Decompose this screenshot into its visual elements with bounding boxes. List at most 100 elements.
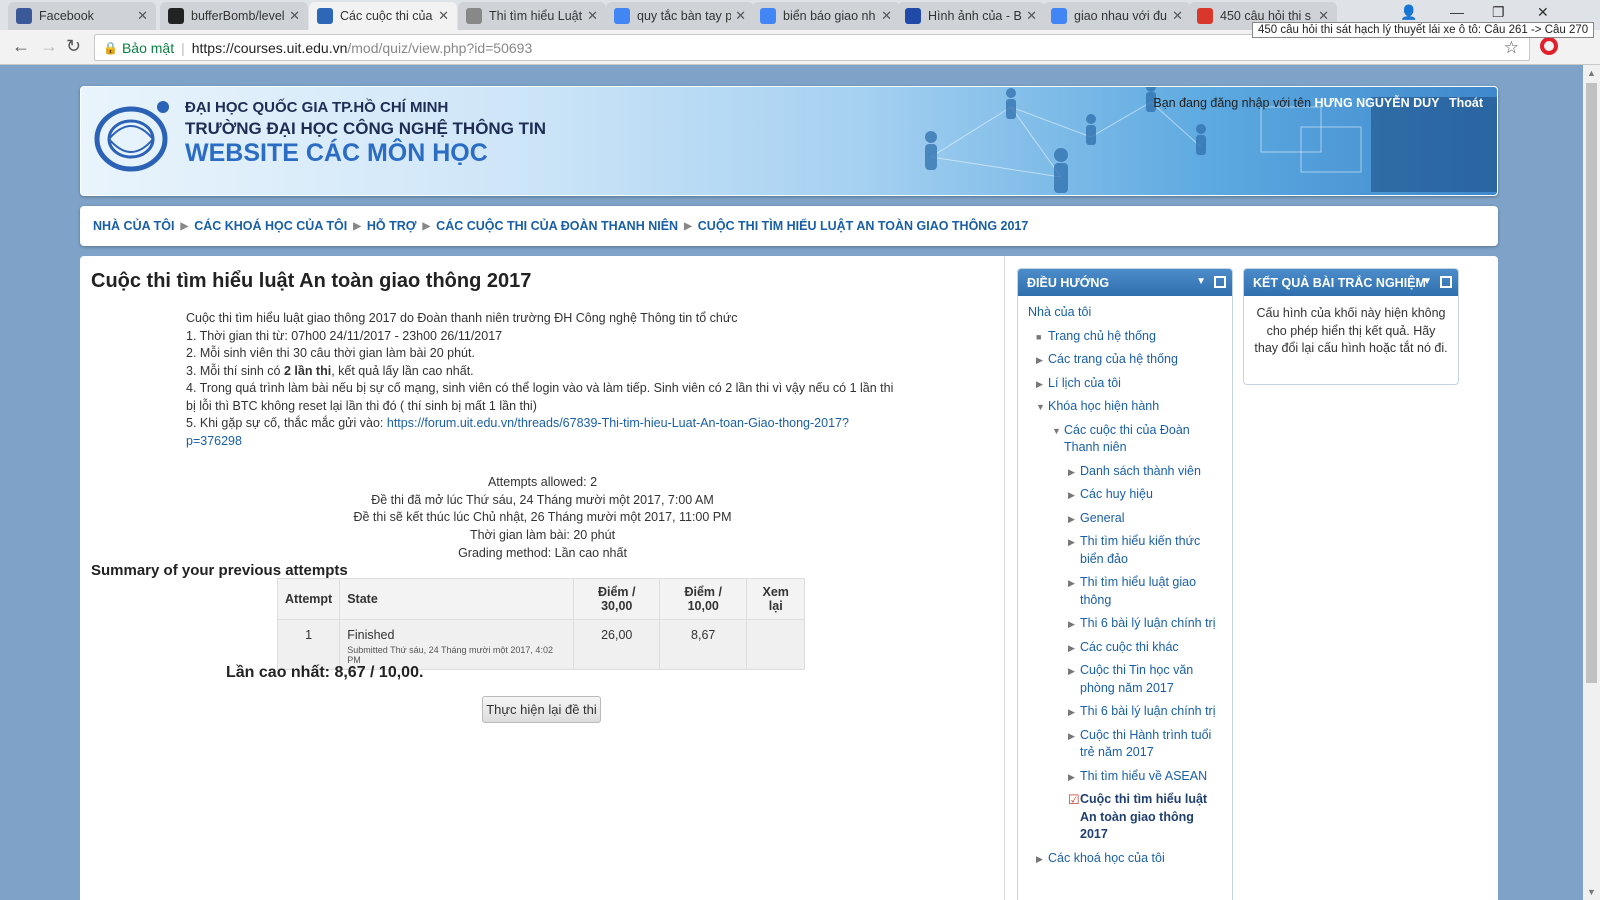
breadcrumb: NHÀ CỦA TÔI ▶ CÁC KHOÁ HỌC CỦA TÔI ▶ HỖ TRỢ ▶… bbox=[80, 206, 1498, 246]
nav-item[interactable]: ▶ Các cuộc thi khác bbox=[1028, 639, 1232, 657]
breadcrumb-link[interactable]: NHÀ CỦA TÔI bbox=[93, 219, 174, 233]
nav-item[interactable]: ▶ Thi 6 bài lý luận chính trị bbox=[1028, 703, 1232, 721]
forward-icon[interactable]: → bbox=[40, 36, 58, 57]
browser-tab[interactable]: quy tắc bàn tay p ✕ bbox=[606, 2, 754, 30]
nav-item-label: Thi 6 bài lý luận chính trị bbox=[1080, 616, 1216, 630]
reattempt-button[interactable]: Thực hiện lại đề thi bbox=[482, 696, 601, 723]
close-tab-icon[interactable]: ✕ bbox=[1172, 8, 1183, 24]
nav-item-label: Các cuộc thi của Đoàn Thanh niên bbox=[1064, 422, 1190, 455]
page-icon bbox=[466, 8, 482, 24]
collapse-icon[interactable]: ▼ bbox=[1422, 276, 1432, 288]
browser-tab[interactable]: Hình ảnh của - B ✕ bbox=[897, 2, 1045, 30]
collapsed-arrow-icon: ▶ bbox=[1068, 466, 1075, 477]
table-cell: 26,00 bbox=[573, 619, 661, 670]
browser-tab[interactable]: biển báo giao nh ✕ bbox=[752, 2, 900, 30]
attempts-allowed: Attempts allowed: 2 bbox=[487, 475, 598, 489]
vn-icon bbox=[905, 8, 921, 24]
navigation-block-header: ĐIỀU HƯỚNG ▼ bbox=[1018, 269, 1232, 296]
quiz-icon: ☑ bbox=[1068, 792, 1080, 807]
best-grade: Lần cao nhất: 8,67 / 10,00. bbox=[226, 664, 424, 681]
close-tab-icon[interactable]: ✕ bbox=[289, 8, 300, 24]
time-limit: Thời gian làm bài: 20 phút bbox=[469, 528, 616, 543]
close-window-icon[interactable]: ✕ bbox=[1537, 4, 1549, 21]
nav-item[interactable]: ▶ Danh sách thành viên bbox=[1028, 463, 1232, 481]
browser-tab[interactable]: Các cuộc thi của ✕ bbox=[309, 2, 457, 30]
collapsed-arrow-icon: ▶ bbox=[1068, 578, 1075, 588]
login-prefix: Bạn đang đăng nhập với tên bbox=[1153, 96, 1312, 110]
nav-item[interactable]: ▶ Thi 6 bài lý luận chính trị bbox=[1028, 615, 1232, 633]
close-tab-icon[interactable]: ✕ bbox=[1026, 8, 1037, 24]
nav-item[interactable]: Nhà của tôi bbox=[1028, 304, 1232, 322]
close-tab-icon[interactable]: ✕ bbox=[881, 8, 892, 24]
nav-item[interactable]: ■ Trang chủ hệ thống bbox=[1028, 328, 1232, 346]
scroll-down-icon[interactable]: ▼ bbox=[1587, 887, 1596, 897]
logout-link[interactable]: Thoát bbox=[1449, 96, 1483, 110]
nav-item[interactable]: ▶ General bbox=[1028, 510, 1232, 528]
collapsed-arrow-icon: ▶ bbox=[1068, 490, 1075, 500]
browser-tab[interactable]: bufferBomb/level ✕ bbox=[160, 2, 308, 30]
collapse-icon[interactable]: ▼ bbox=[1196, 276, 1206, 288]
google-icon bbox=[760, 8, 776, 24]
nav-item-label: Các khoá học của tôi bbox=[1048, 850, 1165, 865]
state-cell: Finished Submitted Thứ sáu, 24 Tháng mười… bbox=[339, 619, 575, 670]
profile-icon[interactable]: 👤 bbox=[1400, 4, 1417, 21]
column-header: State bbox=[339, 578, 575, 620]
nav-item[interactable]: ▶ Cuộc thi Hành trình tuổi trẻ năm 2017 bbox=[1028, 727, 1232, 762]
collapsed-arrow-icon: ▶ bbox=[1068, 771, 1075, 782]
results-block-body: Cấu hình của khối này hiện không cho phé… bbox=[1254, 306, 1448, 355]
minimize-icon[interactable]: — bbox=[1450, 4, 1464, 20]
dock-icon[interactable] bbox=[1214, 276, 1226, 288]
scroll-up-icon[interactable]: ▲ bbox=[1587, 68, 1596, 78]
restore-icon[interactable]: ❐ bbox=[1492, 4, 1505, 21]
bookmark-star-icon[interactable]: ☆ bbox=[1504, 38, 1519, 58]
browser-tab[interactable]: giao nhau với đu ✕ bbox=[1043, 2, 1191, 30]
collapsed-arrow-icon: ▶ bbox=[1036, 853, 1043, 864]
intro-text: Cuộc thi tìm hiểu luật giao thông 2017 d… bbox=[186, 311, 738, 325]
attempts-table: Attempt State Điểm / 30,00 Điểm / 10,00 Xem … bbox=[276, 578, 806, 670]
intro-fragment: 5. Khi gặp sự cố, thắc mắc gửi vào: bbox=[186, 416, 387, 430]
close-tab-icon[interactable]: ✕ bbox=[438, 8, 449, 24]
nav-item[interactable]: ▶ Thi tìm hiểu kiến thức biển đảo bbox=[1028, 533, 1232, 568]
collapsed-arrow-icon: ▶ bbox=[1068, 642, 1075, 653]
breadcrumb-link[interactable]: CÁC KHOÁ HỌC CỦA TÔI bbox=[194, 219, 347, 233]
site-header: ĐẠI HỌC QUỐC GIA TP.HỒ CHÍ MINH TRƯỜNG Đ… bbox=[80, 86, 1498, 196]
address-bar[interactable]: 🔒 Bảo mật | https://courses.uit.edu.vn /… bbox=[94, 34, 1530, 61]
nav-item[interactable]: ▼ Khóa học hiện hành bbox=[1028, 398, 1232, 416]
page-scrollbar[interactable]: ▲ ▼ bbox=[1583, 65, 1600, 900]
browser-tab[interactable]: Facebook ✕ bbox=[8, 2, 156, 30]
page-main: Cuộc thi tìm hiểu luật An toàn giao thôn… bbox=[80, 256, 1498, 900]
nav-item[interactable]: ▶ Cuộc thi Tin học văn phòng năm 2017 bbox=[1028, 662, 1232, 697]
intro-fragment: 3. Mỗi thí sinh có bbox=[186, 363, 284, 378]
opera-extension-icon[interactable] bbox=[1540, 37, 1558, 55]
close-tab-icon[interactable]: ✕ bbox=[587, 8, 598, 24]
nav-item[interactable]: ▶ Thi tìm hiểu về ASEAN bbox=[1028, 768, 1232, 786]
nav-item-label: Lí lịch của tôi bbox=[1048, 375, 1121, 390]
collapsed-arrow-icon: ▶ bbox=[1068, 730, 1075, 741]
quiz-intro: Cuộc thi tìm hiểu luật giao thông 2017 d… bbox=[186, 310, 901, 450]
nav-item[interactable]: ▶ Các trang của hệ thống bbox=[1028, 351, 1232, 369]
reload-icon[interactable]: ↻ bbox=[66, 36, 81, 57]
nav-item[interactable]: ▼ Các cuộc thi của Đoàn Thanh niên bbox=[1028, 422, 1232, 457]
moodle-icon bbox=[317, 8, 333, 24]
scrollbar-thumb[interactable] bbox=[1586, 83, 1597, 683]
nav-item[interactable]: ▶ Các huy hiệu bbox=[1028, 486, 1232, 504]
nav-item[interactable]: ▶ Các khoá học của tôi bbox=[1028, 850, 1232, 868]
breadcrumb-link[interactable]: CÁC CUỘC THI CỦA ĐOÀN THANH NIÊN bbox=[436, 219, 678, 233]
close-tab-icon[interactable]: ✕ bbox=[735, 8, 746, 24]
nav-item[interactable]: ▶ Thi tìm hiểu luật giao thông bbox=[1028, 574, 1232, 609]
quiz-content: Cuộc thi tìm hiểu luật An toàn giao thôn… bbox=[80, 256, 1005, 900]
username-link[interactable]: HƯNG NGUYỄN DUY bbox=[1315, 96, 1440, 110]
close-tab-icon[interactable]: ✕ bbox=[137, 8, 148, 24]
browser-tab[interactable]: Thi tìm hiểu Luật ✕ bbox=[458, 2, 606, 30]
nav-item-label: Các cuộc thi khác bbox=[1080, 639, 1179, 654]
breadcrumb-link[interactable]: CUỘC THI TÌM HIỂU LUẬT AN TOÀN GIAO THÔN… bbox=[698, 219, 1029, 233]
nav-item[interactable]: ▶ Lí lịch của tôi bbox=[1028, 375, 1232, 393]
dock-icon[interactable] bbox=[1440, 276, 1452, 288]
back-icon[interactable]: ← bbox=[12, 36, 30, 57]
tab-title: Các cuộc thi của bbox=[340, 9, 433, 23]
table-cell: 1 bbox=[276, 619, 341, 670]
collapsed-arrow-icon: ▶ bbox=[1068, 619, 1075, 629]
breadcrumb-link[interactable]: HỖ TRỢ bbox=[367, 219, 417, 233]
nav-item[interactable]: ☑ Cuộc thi tìm hiểu luật An toàn giao thô… bbox=[1028, 791, 1232, 844]
nav-item-label: Khóa học hiện hành bbox=[1048, 399, 1160, 413]
